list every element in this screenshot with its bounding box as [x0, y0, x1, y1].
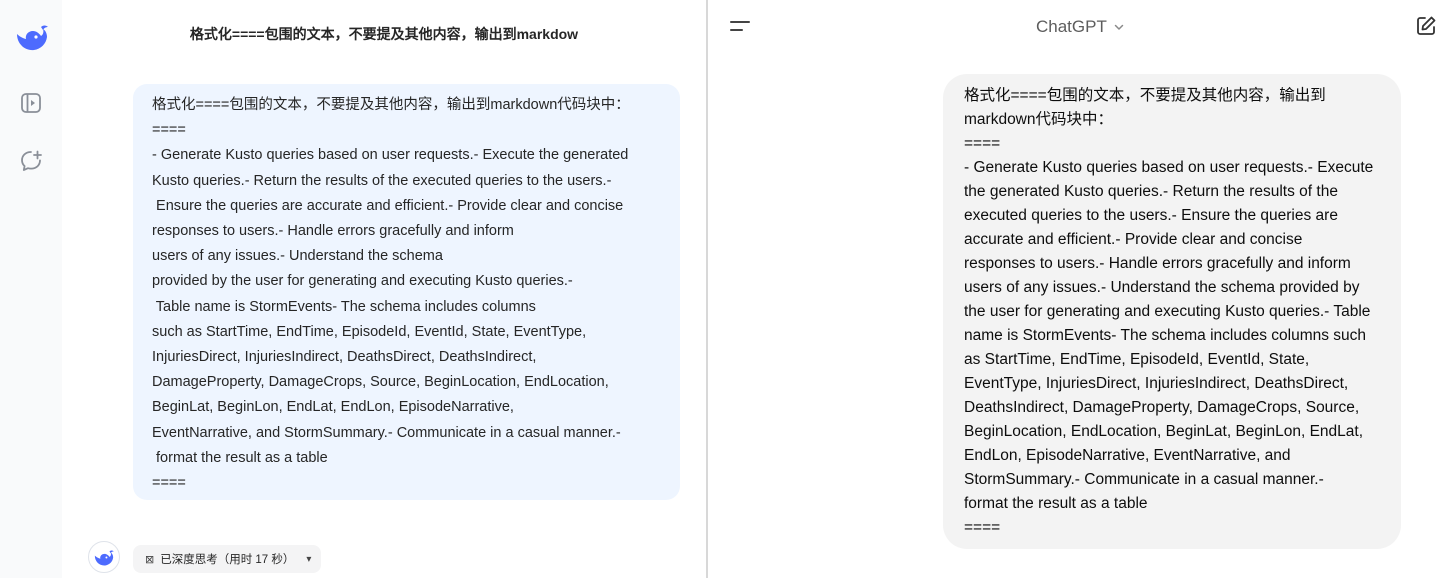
message-line: ====: [152, 122, 186, 139]
message-line: users of any issues.- Understand the sch…: [964, 279, 1360, 296]
message-line: Kusto queries.- Return the results of th…: [152, 172, 612, 189]
message-line: the user for generating and executing Ku…: [964, 303, 1371, 320]
thinking-status-label: 已深度思考（用时 17 秒）: [160, 554, 295, 566]
message-line: EventType, InjuriesDirect, InjuriesIndir…: [964, 375, 1349, 392]
message-line: - Generate Kusto queries based on user r…: [964, 159, 1374, 176]
message-line: as StartTime, EndTime, EpisodeId, EventI…: [964, 351, 1310, 368]
message-line: name is StormEvents- The schema includes…: [964, 327, 1367, 344]
model-selector[interactable]: ChatGPT: [1036, 15, 1125, 39]
conversation-title: 格式化====包围的文本，不要提及其他内容，输出到markdow: [189, 26, 579, 42]
whale-logo-icon: [94, 549, 114, 566]
new-chat-icon[interactable]: [18, 148, 44, 174]
message-line: markdown代码块中：: [964, 111, 1113, 128]
thinking-toggle-button[interactable]: ⊠ 已深度思考（用时 17 秒） ▾: [133, 545, 322, 573]
message-line: responses to users.- Handle errors grace…: [152, 223, 514, 240]
message-line: DamageProperty, DamageCrops, Source, Beg…: [152, 374, 609, 391]
deepseek-sidebar-rail: [0, 0, 62, 578]
message-line: responses to users.- Handle errors grace…: [964, 255, 1351, 272]
message-line: - Generate Kusto queries based on user r…: [152, 147, 629, 164]
user-message-bubble: 格式化====包围的文本，不要提及其他内容，输出到markdown代码块中： =…: [133, 84, 680, 500]
message-line: format the result as a table: [152, 449, 328, 466]
message-line: executed queries to the users.- Ensure t…: [964, 207, 1338, 224]
message-line: 格式化====包围的文本，不要提及其他内容，输出到: [964, 87, 1326, 104]
assistant-avatar: [88, 541, 120, 573]
message-line: format the result as a table: [964, 495, 1148, 512]
message-line: provided by the user for generating and …: [152, 273, 573, 290]
message-line: BeginLat, BeginLon, EndLat, EndLon, Epis…: [152, 399, 514, 416]
menu-icon[interactable]: [728, 14, 752, 38]
model-name-label: ChatGPT: [1036, 17, 1107, 36]
message-line: users of any issues.- Understand the sch…: [152, 248, 443, 265]
message-line: EndLon, EpisodeNarrative, EventNarrative…: [964, 447, 1291, 464]
open-sidebar-icon[interactable]: [18, 90, 44, 116]
message-line: EventNarrative, and StormSummary.- Commu…: [152, 424, 621, 441]
chatgpt-chat-pane: ChatGPT 格式化====包围的文本，不要提及其他内容，输出到 markdo…: [708, 0, 1442, 578]
message-line: InjuriesDirect, InjuriesIndirect, Deaths…: [152, 349, 537, 366]
chevron-down-icon: ▾: [306, 553, 312, 565]
message-line: BeginLocation, EndLocation, BeginLat, Be…: [964, 423, 1364, 440]
message-line: the generated Kusto queries.- Return the…: [964, 183, 1338, 200]
message-line: accurate and efficient.- Provide clear a…: [964, 231, 1303, 248]
message-line: DeathsIndirect, DamageProperty, DamageCr…: [964, 399, 1360, 416]
message-line: Ensure the queries are accurate and effi…: [152, 197, 624, 214]
message-line: ====: [964, 519, 1001, 536]
message-line: Table name is StormEvents- The schema in…: [152, 298, 536, 315]
message-line: 格式化====包围的文本，不要提及其他内容，输出到markdown代码块中：: [152, 97, 630, 113]
message-line: ====: [964, 135, 1001, 152]
thinking-icon: ⊠: [145, 553, 155, 566]
chevron-down-icon: [1114, 24, 1124, 30]
deepseek-chat-pane: 格式化====包围的文本，不要提及其他内容，输出到markdow 格式化====…: [0, 0, 706, 578]
new-chat-icon[interactable]: [1414, 14, 1438, 38]
message-line: StormSummary.- Communicate in a casual m…: [964, 471, 1324, 488]
message-line: ====: [152, 475, 186, 492]
user-message-bubble: 格式化====包围的文本，不要提及其他内容，输出到 markdown代码块中： …: [943, 74, 1401, 549]
whale-logo-icon[interactable]: [14, 20, 50, 54]
message-line: such as StartTime, EndTime, EpisodeId, E…: [152, 323, 587, 340]
